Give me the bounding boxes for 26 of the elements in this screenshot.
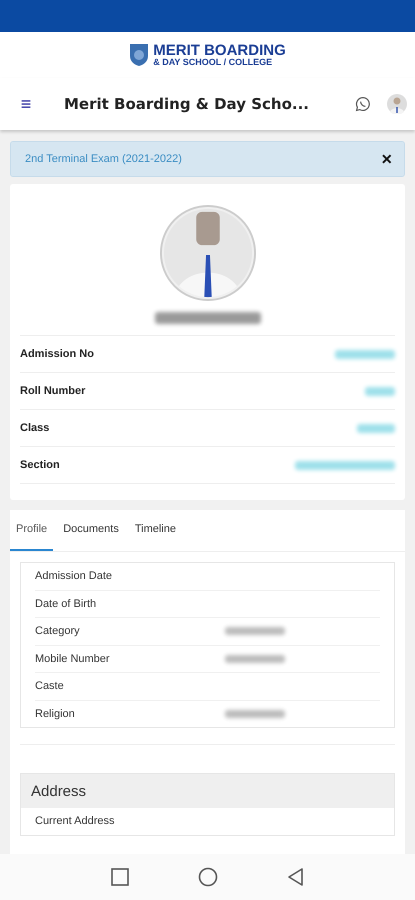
logo-subtitle: & DAY SCHOOL / COLLEGE: [153, 58, 274, 67]
field-label: Admission No: [20, 348, 94, 360]
app-title: Merit Boarding & Day Scho...: [64, 95, 310, 113]
tab[interactable]: Profile: [10, 510, 54, 551]
tab[interactable]: Timeline: [128, 510, 182, 551]
alert-text: 2nd Terminal Exam (2021-2022): [25, 153, 182, 165]
field-label: Section: [20, 459, 60, 471]
tab[interactable]: Documents: [57, 510, 125, 551]
shield-logo-icon: [129, 43, 150, 67]
row-label: Date of Birth: [35, 598, 98, 610]
field-label: Roll Number: [20, 385, 86, 397]
square-icon[interactable]: [110, 867, 130, 887]
close-button[interactable]: ×: [381, 148, 392, 170]
row-label: Caste: [35, 680, 65, 692]
row-label: Category: [35, 625, 81, 638]
row-label: Mobile Number: [35, 652, 111, 665]
field-label: Class: [20, 422, 50, 434]
section-title: Address: [31, 782, 86, 800]
row-label: Religion: [35, 708, 76, 720]
back-icon[interactable]: [286, 867, 306, 887]
circle-icon[interactable]: [198, 867, 218, 887]
chat-bubble-icon[interactable]: [355, 96, 371, 112]
menu-button[interactable]: ≡: [14, 94, 38, 114]
row-label: Admission Date: [35, 570, 114, 582]
logo-title: MERIT BOARDING: [153, 43, 286, 58]
row-label: Current Address: [35, 815, 116, 828]
